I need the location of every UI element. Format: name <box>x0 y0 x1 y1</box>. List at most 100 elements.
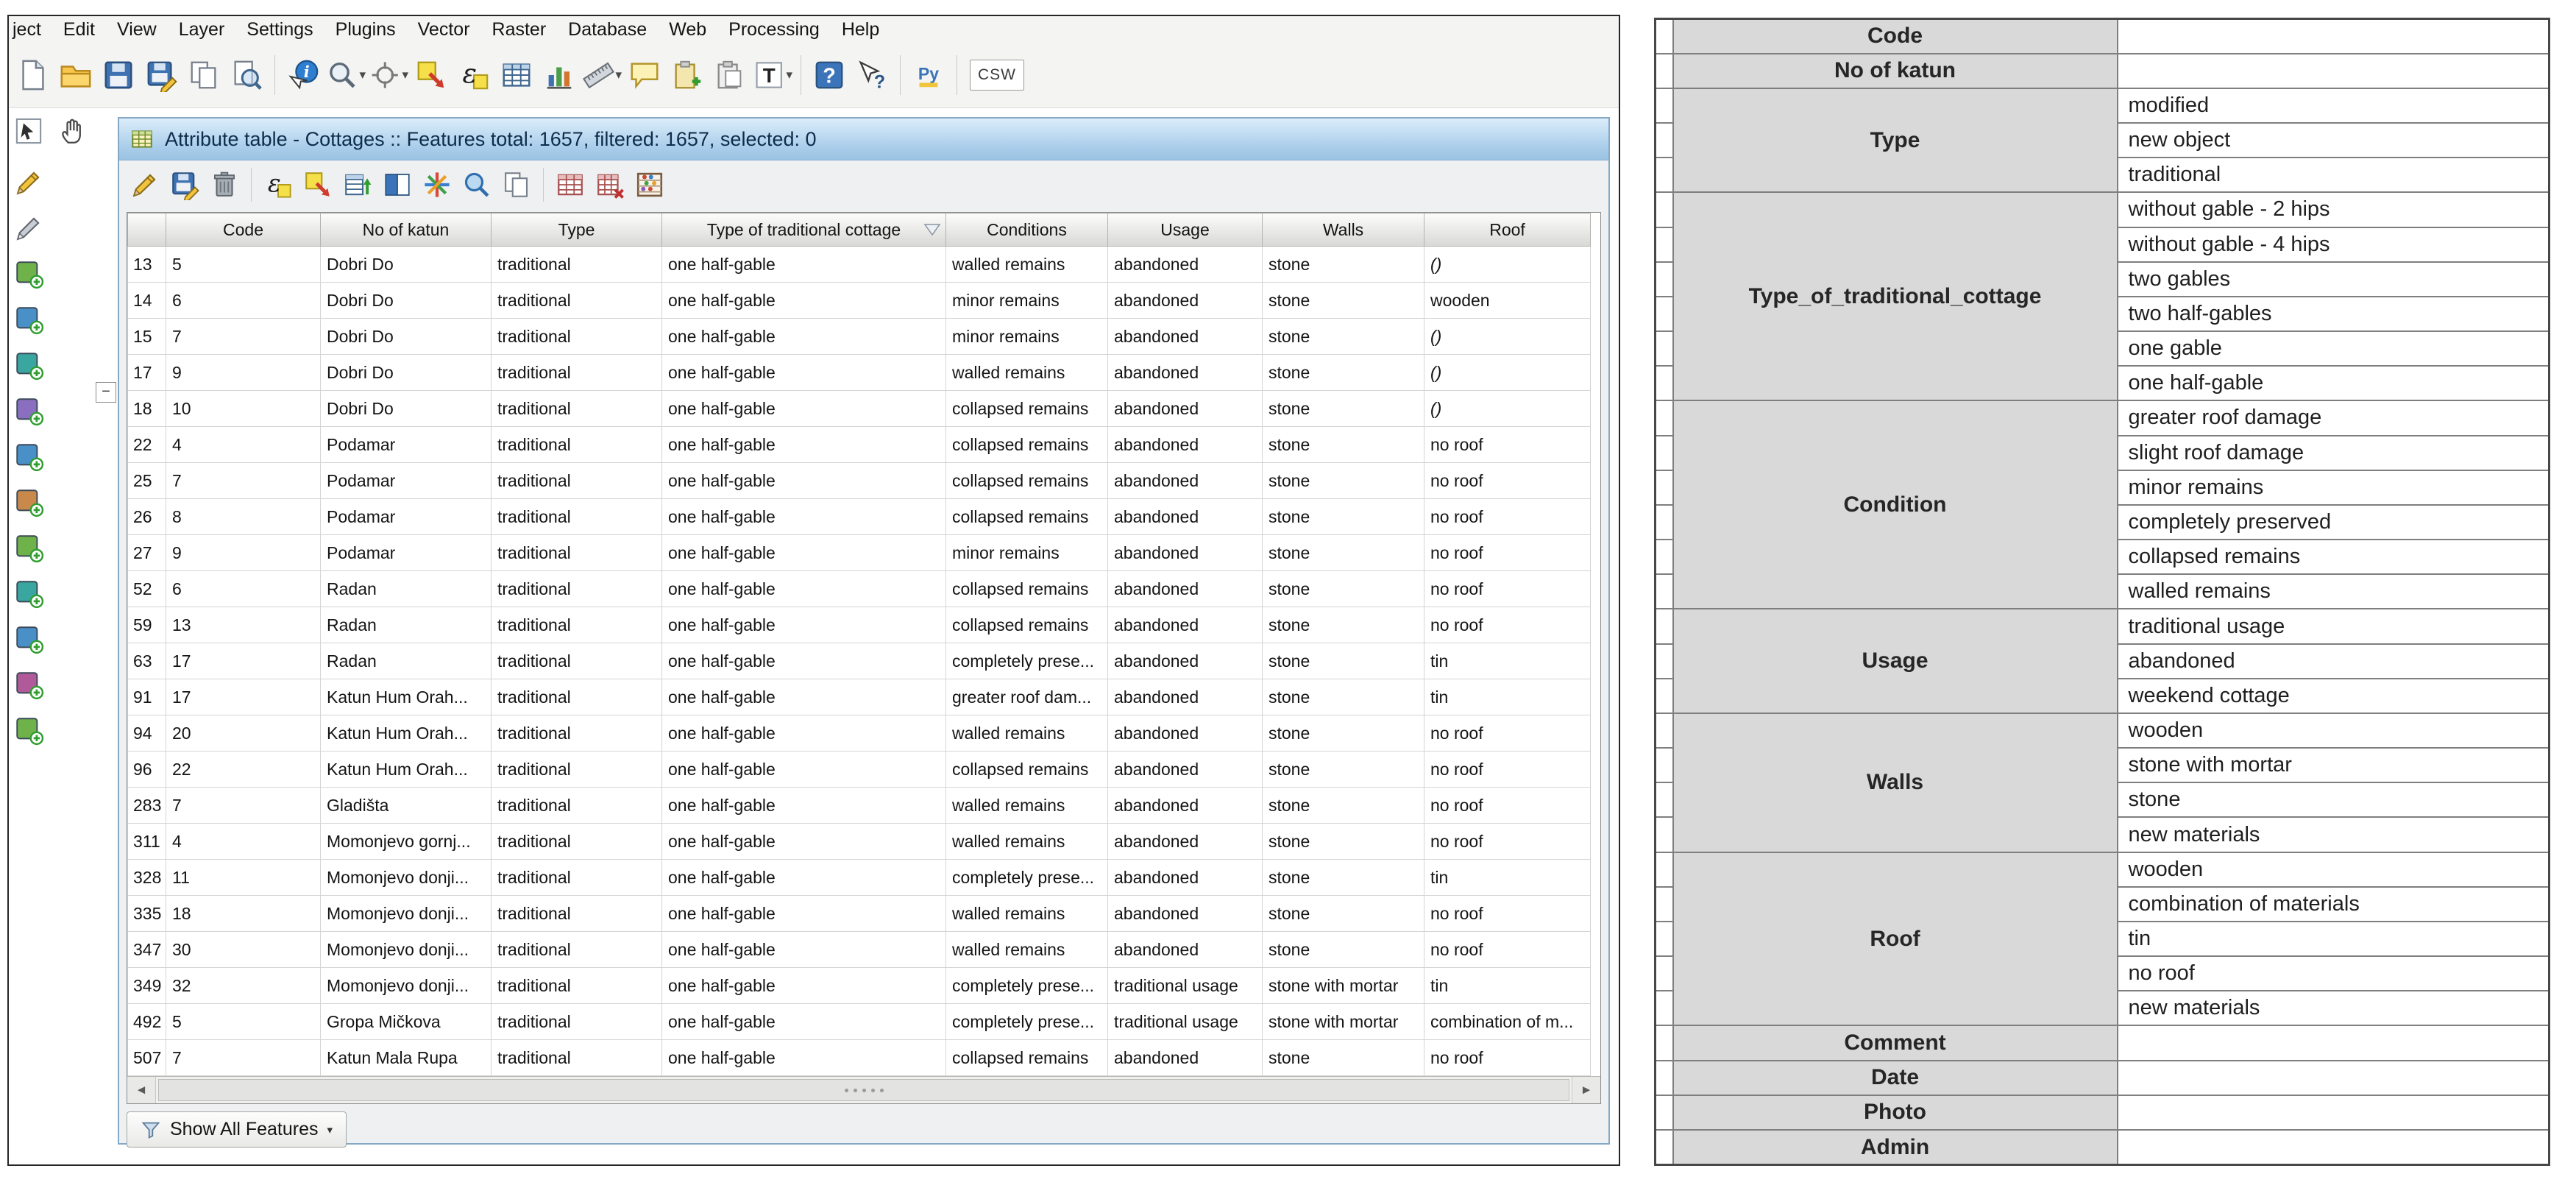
table-cell[interactable]: 4 <box>166 427 321 463</box>
column-header-Code[interactable]: Code <box>166 213 321 247</box>
table-cell[interactable]: completely prese... <box>946 860 1108 896</box>
row-number-cell[interactable]: 94 <box>128 715 166 752</box>
table-cell[interactable]: Dobri Do <box>321 283 492 319</box>
table-cell[interactable]: tin <box>1424 860 1591 896</box>
table-cell[interactable]: Katun Hum Orah... <box>321 752 492 788</box>
table-cell[interactable]: traditional usage <box>1108 1004 1263 1040</box>
table-cell[interactable]: one half-gable <box>662 752 946 788</box>
table-cell[interactable]: combination of m... <box>1424 1004 1591 1040</box>
move-feature-icon[interactable] <box>411 55 451 95</box>
snapping-options-icon[interactable]: ▾ <box>369 55 408 95</box>
pan-to-selection-icon[interactable] <box>419 166 455 203</box>
open-field-calculator-icon[interactable] <box>631 166 668 203</box>
table-cell[interactable]: one half-gable <box>662 391 946 427</box>
pan-tool-icon[interactable] <box>56 114 90 148</box>
table-cell[interactable]: abandoned <box>1108 319 1263 355</box>
table-cell[interactable]: traditional <box>492 715 662 752</box>
table-cell[interactable]: 4 <box>166 824 321 860</box>
column-header-Type[interactable]: Type <box>492 213 662 247</box>
menu-view[interactable]: View <box>106 19 168 40</box>
table-cell[interactable]: walled remains <box>946 788 1108 824</box>
column-header-Walls[interactable]: Walls <box>1263 213 1424 247</box>
table-cell[interactable]: no roof <box>1424 571 1591 607</box>
table-cell[interactable]: Podamar <box>321 499 492 535</box>
draw-tool-icon[interactable] <box>12 211 46 245</box>
table-cell[interactable]: one half-gable <box>662 860 946 896</box>
table-cell[interactable]: 8 <box>166 499 321 535</box>
table-cell[interactable]: one half-gable <box>662 679 946 715</box>
table-cell[interactable]: collapsed remains <box>946 752 1108 788</box>
table-cell[interactable]: collapsed remains <box>946 571 1108 607</box>
table-cell[interactable]: one half-gable <box>662 643 946 679</box>
new-shapefile-icon[interactable] <box>12 713 46 747</box>
table-cell[interactable]: () <box>1424 247 1591 283</box>
table-cell[interactable]: abandoned <box>1108 607 1263 643</box>
table-cell[interactable]: stone <box>1263 499 1424 535</box>
dropdown-arrow-icon[interactable]: ▾ <box>786 68 792 82</box>
column-header-Usage[interactable]: Usage <box>1108 213 1263 247</box>
column-header-Roof[interactable]: Roof <box>1424 213 1591 247</box>
table-cell[interactable]: stone <box>1263 283 1424 319</box>
table-cell[interactable]: walled remains <box>946 896 1108 932</box>
add-delimited-text-icon[interactable] <box>12 668 46 701</box>
table-cell[interactable]: () <box>1424 391 1591 427</box>
row-number-cell[interactable]: 507 <box>128 1040 166 1076</box>
table-cell[interactable]: completely prese... <box>946 1004 1108 1040</box>
menu-ject[interactable]: ject <box>10 19 52 40</box>
table-cell[interactable]: 5 <box>166 247 321 283</box>
table-cell[interactable]: abandoned <box>1108 571 1263 607</box>
table-cell[interactable]: traditional <box>492 824 662 860</box>
show-all-features-button[interactable]: Show All Features ▾ <box>127 1111 347 1148</box>
table-cell[interactable]: one half-gable <box>662 968 946 1004</box>
select-by-expression-icon[interactable]: ε <box>260 166 297 203</box>
table-cell[interactable]: abandoned <box>1108 715 1263 752</box>
table-cell[interactable]: one half-gable <box>662 463 946 499</box>
table-cell[interactable]: Momonjevo donji... <box>321 932 492 968</box>
row-number-cell[interactable]: 347 <box>128 932 166 968</box>
table-cell[interactable]: no roof <box>1424 824 1591 860</box>
table-cell[interactable]: traditional <box>492 788 662 824</box>
table-cell[interactable]: stone <box>1263 715 1424 752</box>
menu-processing[interactable]: Processing <box>717 19 831 40</box>
table-cell[interactable]: stone with mortar <box>1263 968 1424 1004</box>
table-cell[interactable]: abandoned <box>1108 247 1263 283</box>
measure-icon[interactable]: ▾ <box>582 55 622 95</box>
menu-plugins[interactable]: Plugins <box>324 19 407 40</box>
identify-features-icon[interactable]: i <box>283 55 323 95</box>
table-cell[interactable]: stone <box>1263 607 1424 643</box>
table-cell[interactable]: Podamar <box>321 535 492 571</box>
row-number-cell[interactable]: 91 <box>128 679 166 715</box>
row-number-cell[interactable]: 52 <box>128 571 166 607</box>
csw-button[interactable]: CSW <box>970 60 1024 91</box>
table-cell[interactable]: collapsed remains <box>946 463 1108 499</box>
table-cell[interactable]: stone <box>1263 679 1424 715</box>
table-cell[interactable]: 7 <box>166 319 321 355</box>
save-edits-icon[interactable] <box>166 166 203 203</box>
add-wcs-layer-icon[interactable] <box>12 576 46 610</box>
table-cell[interactable]: stone <box>1263 427 1424 463</box>
table-cell[interactable]: collapsed remains <box>946 607 1108 643</box>
table-cell[interactable]: traditional <box>492 896 662 932</box>
save-project-icon[interactable] <box>99 55 138 95</box>
row-number-cell[interactable]: 335 <box>128 896 166 932</box>
add-spatialite-layer-icon[interactable] <box>12 394 46 428</box>
table-cell[interactable]: stone <box>1263 824 1424 860</box>
row-number-cell[interactable]: 26 <box>128 499 166 535</box>
table-cell[interactable]: greater roof dam... <box>946 679 1108 715</box>
dropdown-arrow-icon[interactable]: ▾ <box>615 68 622 82</box>
table-cell[interactable]: stone <box>1263 571 1424 607</box>
table-cell[interactable]: Dobri Do <box>321 391 492 427</box>
add-vector-layer-icon[interactable] <box>12 257 46 291</box>
table-cell[interactable]: minor remains <box>946 535 1108 571</box>
table-cell[interactable]: no roof <box>1424 427 1591 463</box>
table-cell[interactable]: walled remains <box>946 824 1108 860</box>
whats-this-icon[interactable]: ? <box>852 55 892 95</box>
table-cell[interactable]: Dobri Do <box>321 319 492 355</box>
table-cell[interactable]: no roof <box>1424 788 1591 824</box>
show-bookmarks-icon[interactable] <box>710 55 750 95</box>
table-cell[interactable]: 11 <box>166 860 321 896</box>
table-cell[interactable]: completely prese... <box>946 643 1108 679</box>
table-cell[interactable]: traditional <box>492 679 662 715</box>
column-header-rownum[interactable] <box>128 213 166 247</box>
new-print-composer-icon[interactable] <box>184 55 224 95</box>
